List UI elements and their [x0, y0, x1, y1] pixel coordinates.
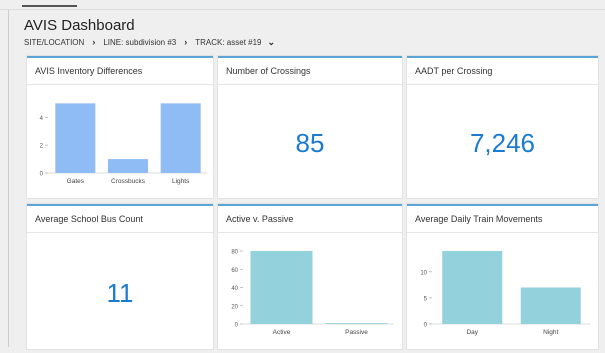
chevron-right-icon: ›: [184, 37, 188, 47]
bar-lights: [160, 103, 201, 173]
x-tick-label: Night: [543, 329, 558, 336]
breadcrumb-line[interactable]: LINE: subdivision #3: [103, 38, 176, 47]
card-title: AVIS Inventory Differences: [27, 58, 213, 85]
x-tick-label: Day: [466, 329, 478, 336]
active-passive-bar-chart: 0 20 40 60 80 Active Passive: [231, 250, 394, 336]
bar-day: [442, 251, 503, 324]
chevron-right-icon: ›: [92, 37, 96, 47]
y-tick-label: 0: [40, 172, 44, 178]
x-tick-label: Active: [273, 329, 291, 336]
y-tick-label: 5: [424, 296, 428, 302]
top-accent-line: [22, 5, 77, 7]
card-title: Average School Bus Count: [27, 206, 213, 233]
x-tick-label: Passive: [345, 329, 368, 336]
y-tick-label: 40: [231, 286, 238, 292]
active-passive-card: Active v. Passive 0 20 40 60 80 Active Passive: [218, 204, 402, 349]
breadcrumb-site[interactable]: SITE/LOCATION: [24, 38, 84, 47]
crossings-value: 85: [295, 128, 325, 158]
crossings-card: Number of Crossings 85: [218, 56, 402, 198]
left-divider: [8, 10, 9, 347]
train-bar-chart: 0 5 10 Day Night: [420, 251, 590, 336]
inventory-card: AVIS Inventory Differences 0 2 4 Gates Cross…: [27, 56, 213, 198]
aadt-card: AADT per Crossing 7,246: [407, 56, 598, 198]
y-tick-label: 0: [235, 323, 239, 329]
y-tick-label: 4: [40, 116, 44, 122]
y-tick-label: 0: [424, 323, 428, 329]
chevron-down-icon[interactable]: ⌄: [268, 37, 276, 47]
bar-gates: [55, 103, 96, 173]
top-divider: [0, 9, 605, 10]
card-title: AADT per Crossing: [407, 58, 598, 85]
y-tick-label: 80: [231, 250, 238, 256]
bar-crossbucks: [108, 159, 148, 173]
bar-passive: [325, 323, 388, 324]
y-tick-label: 60: [231, 268, 238, 274]
school-bus-card: Average School Bus Count 11: [27, 204, 213, 349]
inventory-bar-chart: 0 2 4 Gates Crossbucks Lights: [40, 103, 207, 185]
bar-night: [520, 287, 581, 324]
card-title: Active v. Passive: [218, 206, 402, 233]
page-title: AVIS Dashboard: [24, 17, 135, 34]
train-card: Average Daily Train Movements 0 5 10 Day Nig…: [407, 204, 598, 349]
breadcrumb-track[interactable]: TRACK: asset #19: [195, 38, 261, 47]
bar-active: [250, 251, 313, 324]
aadt-value: 7,246: [469, 128, 536, 158]
y-tick-label: 20: [231, 304, 238, 310]
breadcrumb: SITE/LOCATION › LINE: subdivision #3 › TRACK…: [24, 37, 275, 48]
x-tick-label: Crossbucks: [111, 178, 146, 185]
school-bus-value: 11: [106, 278, 134, 308]
x-tick-label: Gates: [67, 178, 85, 185]
y-tick-label: 2: [40, 144, 44, 150]
x-tick-label: Lights: [172, 178, 190, 185]
card-title: Average Daily Train Movements: [407, 206, 598, 233]
card-title: Number of Crossings: [218, 58, 402, 85]
y-tick-label: 10: [420, 270, 427, 276]
